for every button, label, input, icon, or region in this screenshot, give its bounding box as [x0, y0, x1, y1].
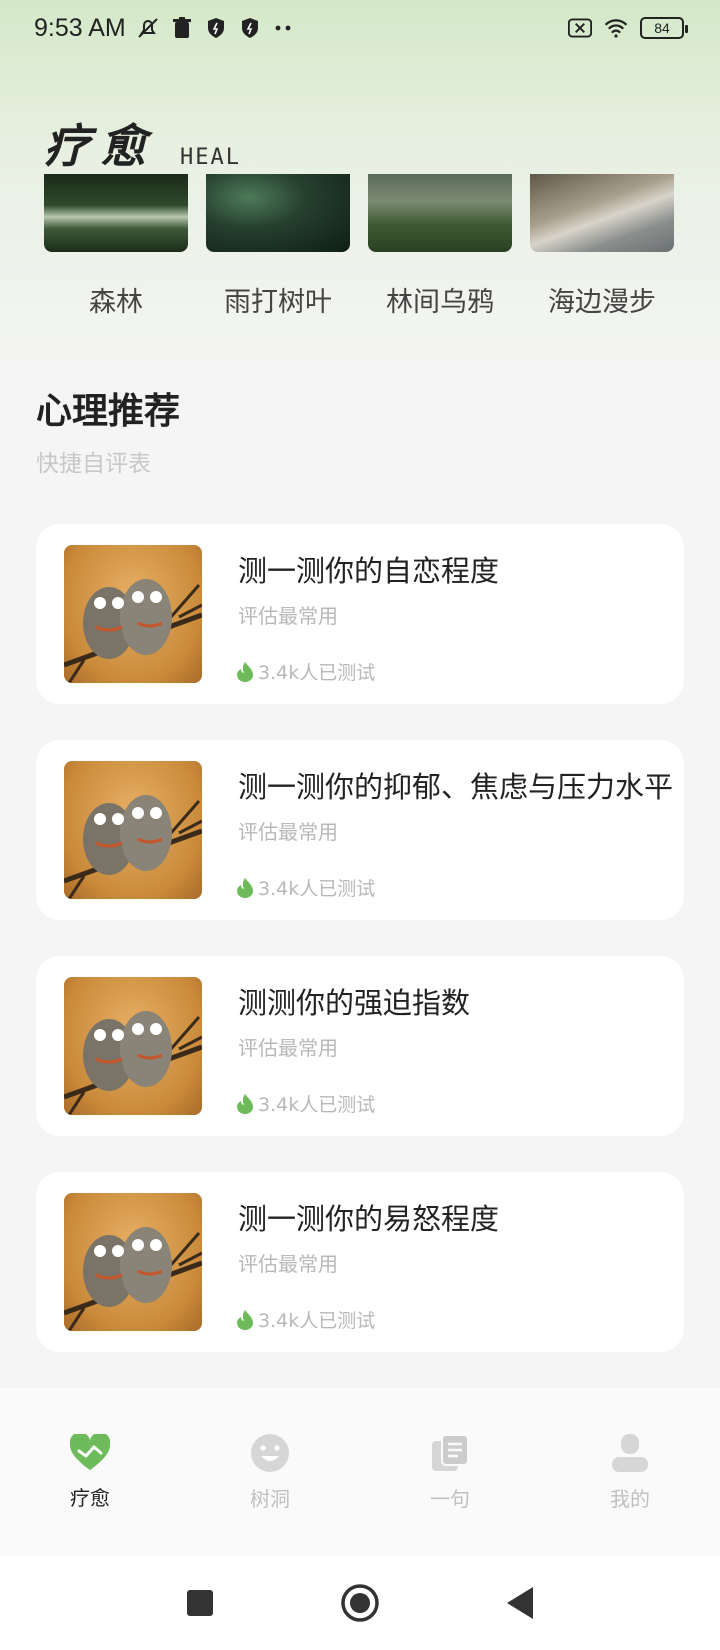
card-count: 3.4k人已测试 — [258, 1310, 376, 1332]
user-icon — [612, 1433, 648, 1472]
back-triangle-icon — [507, 1587, 533, 1619]
scene-label: 森林 — [89, 287, 143, 318]
status-bar: 9:53 AM 84 — [0, 0, 720, 56]
nav-item-mine[interactable]: 我的 — [570, 1433, 690, 1512]
scene-image-rain-leaves — [206, 174, 350, 252]
card-stat: 3.4k人已测试 — [236, 874, 375, 901]
flame-icon — [237, 1309, 253, 1330]
nav-label: 一句 — [430, 1486, 470, 1511]
card-count: 3.4k人已测试 — [258, 662, 376, 684]
section-subtitle: 快捷自评表 — [36, 451, 151, 477]
card-subtitle: 评估最常用 — [238, 1252, 338, 1276]
more-dots-icon — [272, 16, 296, 40]
section-title: 心理推荐 — [36, 391, 181, 432]
card-subtitle: 评估最常用 — [238, 604, 338, 628]
page-title-cn: 疗愈 — [44, 119, 156, 173]
test-card[interactable]: 测一测你的易怒程度 评估最常用 3.4k人已测试 — [36, 1172, 684, 1352]
scene-item-forest[interactable]: 森林 — [44, 174, 188, 319]
sim-off-icon — [568, 16, 592, 40]
home-circle-icon — [341, 1584, 379, 1622]
test-card[interactable]: 测测你的强迫指数 评估最常用 3.4k人已测试 — [36, 956, 684, 1136]
page-title-en: HEAL — [180, 145, 241, 170]
nav-item-sentence[interactable]: 一句 — [390, 1433, 510, 1512]
scene-image-seaside — [530, 174, 674, 252]
recent-apps-button[interactable] — [176, 1579, 224, 1627]
heart-pulse-icon — [70, 1433, 110, 1470]
test-card-list: 测一测你的自恋程度 评估最常用 3.4k人已测试 测一测你的抑郁、焦虑与压力水平… — [36, 524, 684, 1352]
card-subtitle: 评估最常用 — [238, 820, 338, 844]
back-button[interactable] — [496, 1579, 544, 1627]
nav-label: 树洞 — [250, 1486, 290, 1511]
scene-label: 海边漫步 — [548, 287, 656, 318]
nav-label: 疗愈 — [70, 1485, 110, 1510]
bottom-nav: 疗愈 树洞 一句 我的 — [0, 1388, 720, 1556]
nav-label: 我的 — [610, 1486, 650, 1511]
test-card[interactable]: 测一测你的自恋程度 评估最常用 3.4k人已测试 — [36, 524, 684, 704]
card-stat: 3.4k人已测试 — [236, 1090, 375, 1117]
card-title: 测一测你的易怒程度 — [238, 1202, 500, 1236]
card-title: 测一测你的自恋程度 — [238, 554, 500, 588]
home-button[interactable] — [336, 1579, 384, 1627]
owl-thumbnail — [64, 545, 202, 683]
nav-item-treehole[interactable]: 树洞 — [210, 1433, 330, 1512]
status-time: 9:53 AM — [34, 13, 126, 42]
scene-item-rain-leaves[interactable]: 雨打树叶 — [206, 174, 350, 319]
square-icon — [187, 1590, 213, 1616]
flame-icon — [237, 1093, 253, 1114]
card-stat: 3.4k人已测试 — [236, 1306, 375, 1333]
test-card[interactable]: 测一测你的抑郁、焦虑与压力水平 评估最常用 3.4k人已测试 — [36, 740, 684, 920]
scene-list: 森林 雨打树叶 林间乌鸦 海边漫步 — [44, 174, 674, 319]
battery-icon: 84 — [640, 17, 688, 39]
card-subtitle: 评估最常用 — [238, 1036, 338, 1060]
page-title: 疗愈 HEAL — [44, 110, 241, 176]
owl-thumbnail — [64, 761, 202, 899]
shield-icon — [204, 16, 228, 40]
card-stat: 3.4k人已测试 — [236, 658, 375, 685]
nav-item-heal[interactable]: 疗愈 — [30, 1433, 150, 1511]
card-count: 3.4k人已测试 — [258, 878, 376, 900]
scene-image-crows — [368, 174, 512, 252]
scene-image-forest — [44, 174, 188, 252]
smiley-icon — [251, 1433, 289, 1472]
trash-icon — [170, 16, 194, 40]
card-title: 测测你的强迫指数 — [238, 986, 471, 1020]
shield-icon — [238, 16, 262, 40]
scene-item-crows[interactable]: 林间乌鸦 — [368, 174, 512, 319]
notes-icon — [432, 1433, 469, 1471]
flame-icon — [237, 661, 253, 682]
card-count: 3.4k人已测试 — [258, 1094, 376, 1116]
owl-thumbnail — [64, 1193, 202, 1331]
mute-icon — [136, 16, 160, 40]
owl-thumbnail — [64, 977, 202, 1115]
scene-item-seaside[interactable]: 海边漫步 — [530, 174, 674, 319]
scene-label: 雨打树叶 — [224, 287, 332, 318]
system-nav-bar — [0, 1556, 720, 1650]
wifi-icon — [604, 16, 628, 40]
card-title: 测一测你的抑郁、焦虑与压力水平 — [238, 770, 674, 804]
flame-icon — [237, 877, 253, 898]
scene-label: 林间乌鸦 — [386, 287, 494, 318]
